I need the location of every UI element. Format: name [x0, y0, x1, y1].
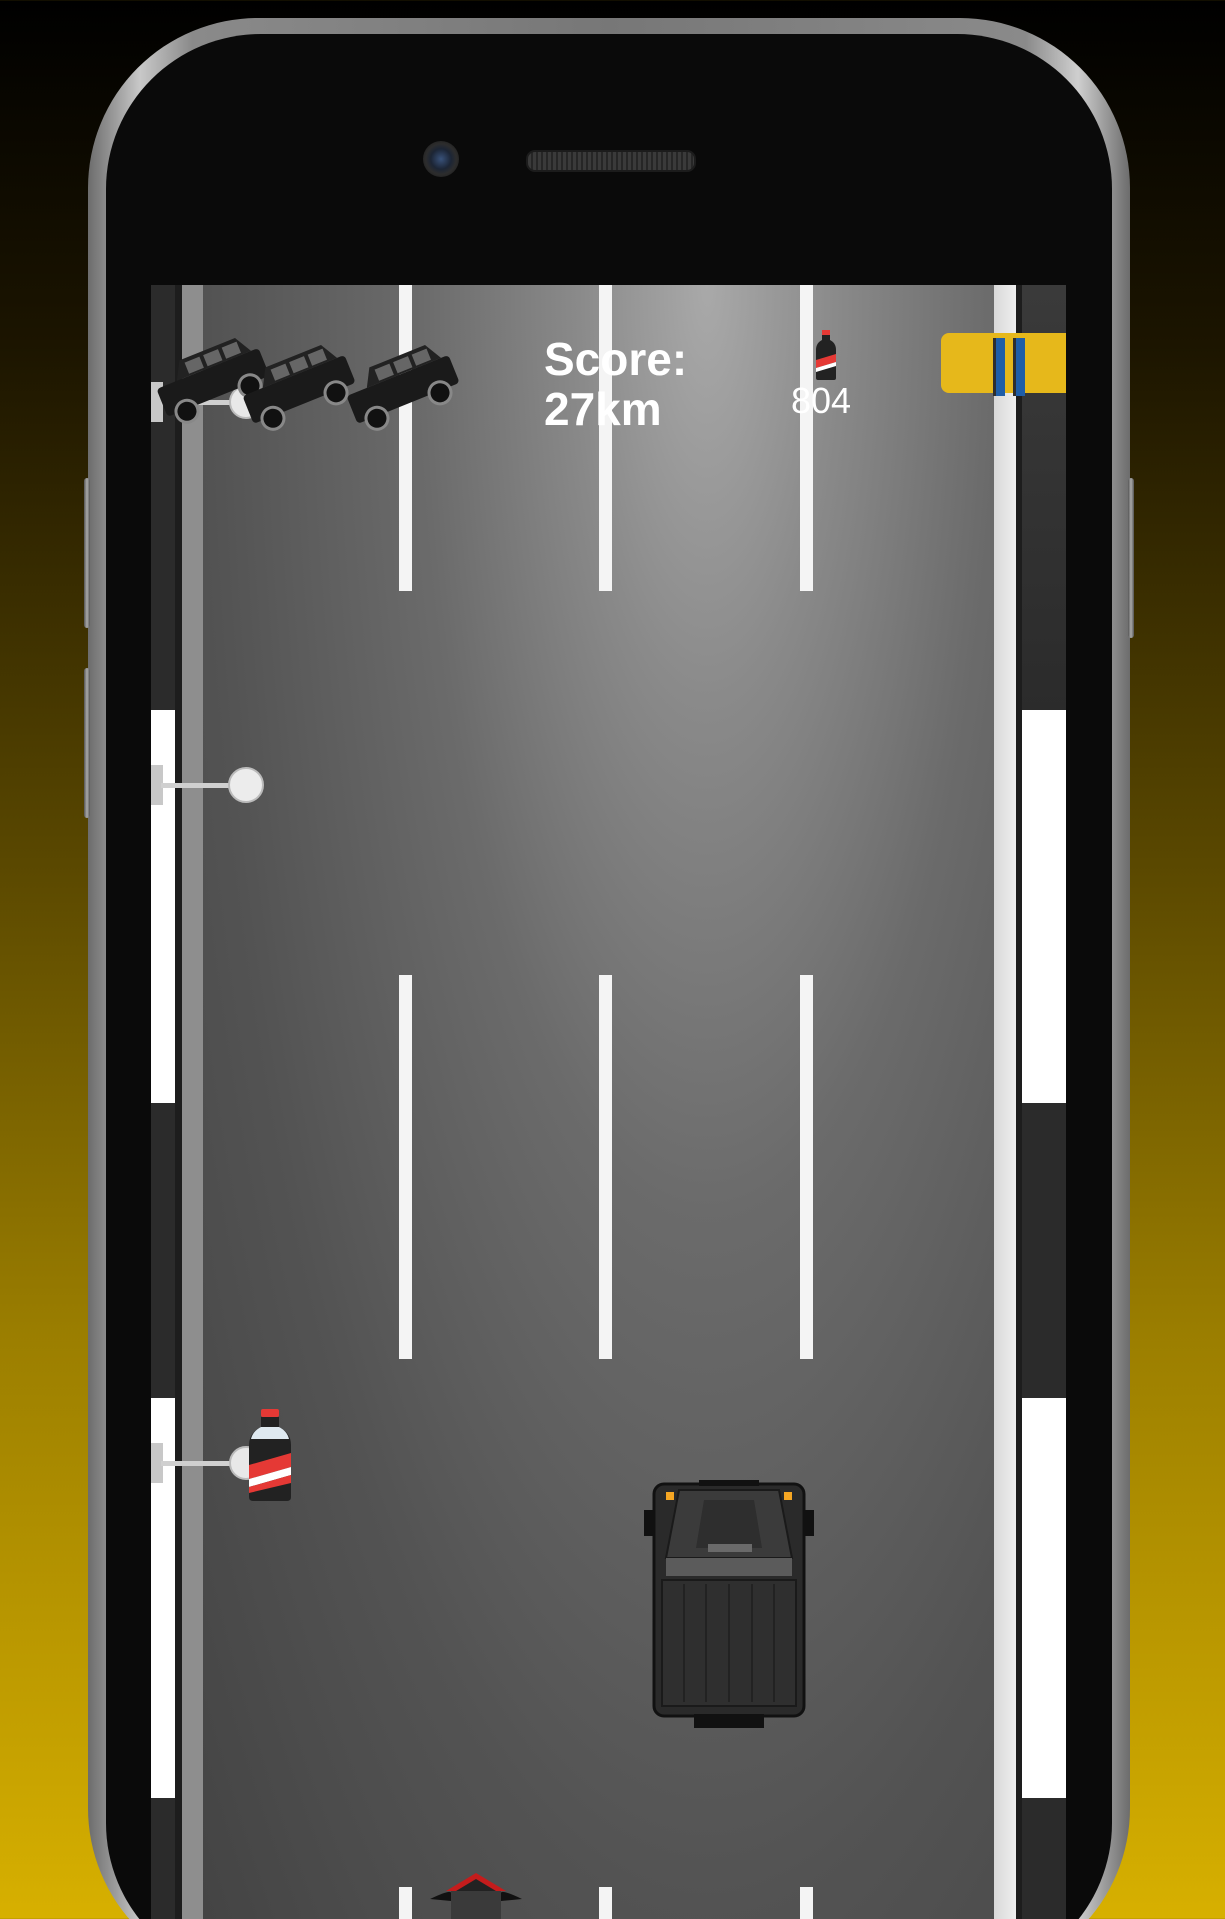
street-lamp-icon [151, 765, 264, 805]
lane-marking [599, 1887, 612, 1919]
phone-left-button-1 [84, 478, 90, 628]
lane-marking [599, 975, 612, 1359]
lane-marking [800, 975, 813, 1359]
opponent-truck [644, 1480, 814, 1728]
curb-right-dark [1022, 1798, 1066, 1919]
lane-marking [800, 1887, 813, 1919]
player-car[interactable] [426, 1869, 526, 1919]
curb-right-white [1022, 1398, 1066, 1798]
lane-marking [800, 285, 813, 591]
bottle-count: 804 [791, 380, 852, 421]
lane-marking [599, 285, 612, 591]
soda-bottle-icon [816, 330, 836, 380]
pause-icon [993, 338, 1005, 396]
phone-left-button-2 [84, 668, 90, 818]
front-camera [423, 141, 459, 177]
curb-right-dark [1022, 1103, 1066, 1398]
score-value: 27km [544, 383, 662, 435]
game-screen[interactable]: Score: 27km 804 [151, 285, 1066, 1919]
pause-icon [1013, 338, 1025, 396]
lane-marking [399, 1887, 412, 1919]
score-label: Score: [544, 333, 688, 385]
earpiece-speaker [526, 150, 696, 172]
lane-marking [399, 975, 412, 1359]
phone-right-button [1128, 478, 1134, 638]
lane-marking [399, 285, 412, 591]
score-display: Score: 27km [544, 334, 687, 434]
curb-right-white [1022, 710, 1066, 1103]
pause-button[interactable] [941, 333, 1066, 396]
curb-left-dark [151, 1798, 175, 1919]
soda-bottle-pickup [249, 1409, 291, 1501]
road-edge-left [182, 285, 203, 1919]
jeep-icon [347, 344, 459, 431]
road-edge-right [994, 285, 1016, 1919]
curb-left-dark [151, 1103, 175, 1398]
